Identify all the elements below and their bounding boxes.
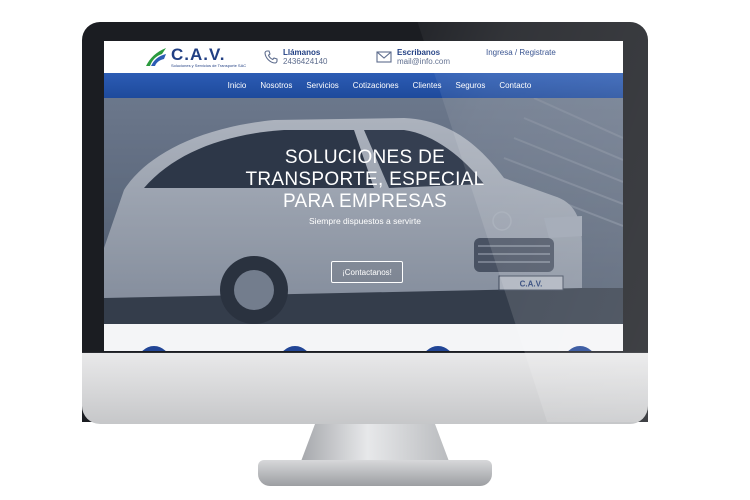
site-header: C.A.V. Soluciones y Servicios de Transpo… xyxy=(104,41,623,73)
website-screen: C.A.V. Soluciones y Servicios de Transpo… xyxy=(104,41,623,351)
hero-title: SOLUCIONES DE TRANSPORTE, ESPECIAL PARA … xyxy=(220,147,510,214)
hero-subtitle: Siempre dispuestos a servirte xyxy=(309,216,421,226)
hero-banner: C.A.V. SOLUCIONES DE TRANSPORTE, ESPECIA… xyxy=(104,98,623,324)
monitor-chin xyxy=(82,352,648,424)
service-circle xyxy=(564,346,596,351)
phone-title: Llámanos xyxy=(283,47,321,57)
nav-item-servicios[interactable]: Servicios xyxy=(306,81,338,90)
nav-item-clientes[interactable]: Clientes xyxy=(413,81,442,90)
hero-title-line: PARA EMPRESAS xyxy=(282,191,448,213)
road-swoosh-logo-icon xyxy=(146,48,166,66)
main-nav: Inicio Nosotros Servicios Cotizaciones C… xyxy=(104,73,623,98)
logo-text: C.A.V. xyxy=(171,45,226,64)
nav-item-contacto[interactable]: Contacto xyxy=(499,81,531,90)
nav-item-seguros[interactable]: Seguros xyxy=(456,81,486,90)
login-register-link[interactable]: Ingresa / Registrate xyxy=(486,48,556,57)
service-circle xyxy=(138,346,170,351)
phone-icon xyxy=(264,50,278,64)
service-circle xyxy=(279,346,311,351)
nav-item-nosotros[interactable]: Nosotros xyxy=(260,81,292,90)
monitor-stand-neck xyxy=(300,424,450,464)
nav-item-cotizaciones[interactable]: Cotizaciones xyxy=(353,81,399,90)
phone-contact[interactable]: Llámanos 2436424140 xyxy=(264,48,372,66)
phone-number: 2436424140 xyxy=(283,57,328,66)
nav-item-inicio[interactable]: Inicio xyxy=(228,81,247,90)
site-logo[interactable]: C.A.V. Soluciones y Servicios de Transpo… xyxy=(144,46,258,68)
services-section-preview xyxy=(104,324,623,351)
monitor-stand-base xyxy=(258,460,492,486)
logo-subtext: Soluciones y Servicios de Transporte SAC xyxy=(171,63,247,68)
email-address: mail@info.com xyxy=(397,57,451,66)
service-circle xyxy=(422,346,454,351)
contact-cta-button[interactable]: ¡Contactanos! xyxy=(331,261,403,283)
email-title: Escribanos xyxy=(397,47,441,57)
email-contact[interactable]: Escribanos mail@info.com xyxy=(376,48,486,66)
envelope-icon xyxy=(376,51,392,63)
hero-title-line: TRANSPORTE, ESPECIAL xyxy=(245,169,485,191)
hero-title-line: SOLUCIONES DE xyxy=(284,147,446,168)
device-mockup: C.A.V. Soluciones y Servicios de Transpo… xyxy=(0,0,750,500)
